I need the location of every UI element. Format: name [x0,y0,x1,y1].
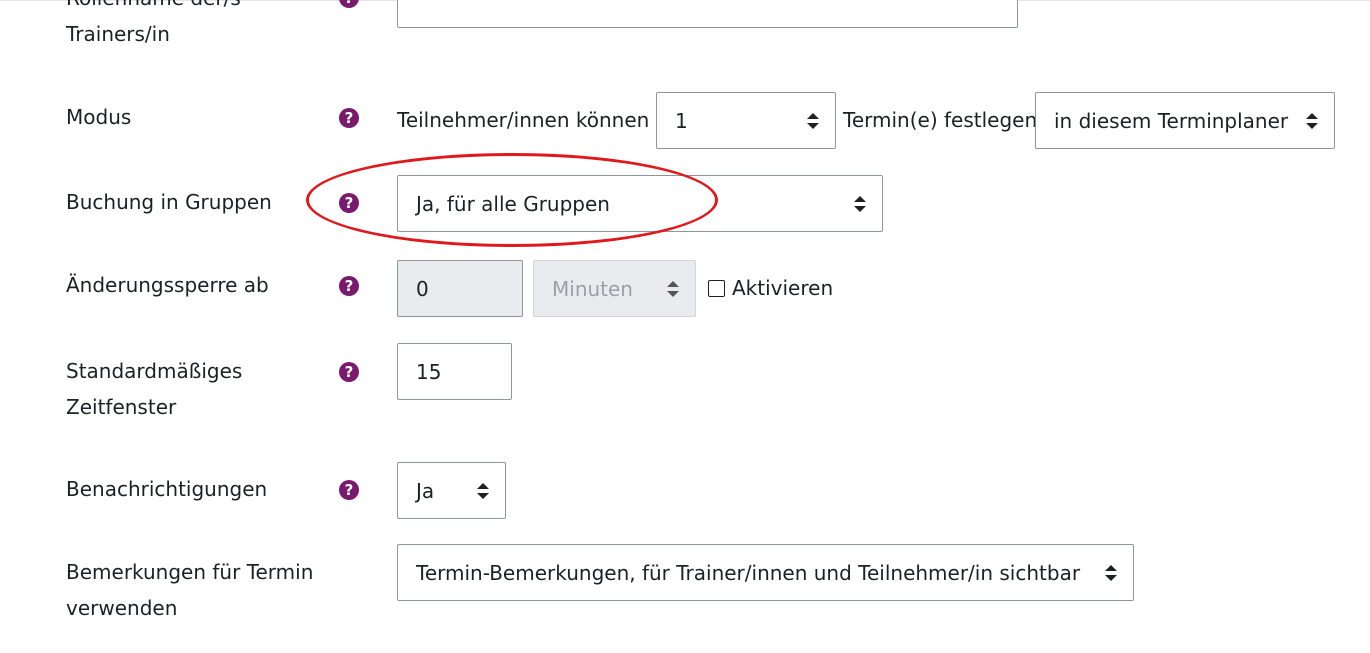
mode-count-select[interactable]: 1 [656,92,836,149]
mode-prefix-text: Teilnehmer/innen können [397,108,650,132]
group-booking-label: Buchung in Gruppen [66,190,272,214]
group-booking-value: Ja, für alle Gruppen [416,191,610,216]
guard-time-enable-checkbox[interactable] [708,280,725,297]
question-circle-icon[interactable]: ? [339,0,359,8]
guard-time-number-input[interactable]: 0 [397,260,523,317]
mode-scope-select[interactable]: in diesem Terminplaner [1035,92,1335,149]
notifications-label: Benachrichtigungen [66,477,268,501]
mode-scope-value: in diesem Terminplaner [1054,108,1289,133]
select-caret-icon [477,482,489,499]
default-slot-input[interactable]: 15 [397,343,512,400]
mode-label: Modus [66,105,132,129]
question-circle-icon[interactable]: ? [339,480,359,500]
question-circle-icon[interactable]: ? [339,362,359,382]
guard-time-unit-value: Minuten [552,276,633,301]
question-circle-icon[interactable]: ? [339,193,359,213]
slot-notes-label: Bemerkungen für Termin verwenden [66,560,314,620]
trainer-role-input[interactable] [397,0,1018,28]
guard-time-enable-label[interactable]: Aktivieren [732,260,833,317]
select-caret-icon [807,112,819,129]
question-circle-icon[interactable]: ? [339,276,359,296]
select-caret-icon [854,195,866,212]
group-booking-select[interactable]: Ja, für alle Gruppen [397,175,883,232]
slot-notes-select[interactable]: Termin-Bemerkungen, für Trainer/innen un… [397,544,1134,601]
default-slot-label: Standardmäßiges Zeitfenster [66,359,243,419]
trainer-role-label: Rollenname der/s Trainers/in [66,0,241,46]
slot-notes-value: Termin-Bemerkungen, für Trainer/innen un… [416,560,1081,585]
guard-time-label: Änderungssperre ab [66,273,269,297]
question-circle-icon[interactable]: ? [339,108,359,128]
notifications-select[interactable]: Ja [397,462,506,519]
notifications-value: Ja [416,478,435,503]
select-caret-icon [667,280,679,297]
guard-time-unit-select[interactable]: Minuten [533,260,696,317]
select-caret-icon [1105,564,1117,581]
mode-count-value: 1 [675,108,688,133]
mode-middle-text: Termin(e) festlegen [843,108,1038,132]
select-caret-icon [1306,112,1318,129]
